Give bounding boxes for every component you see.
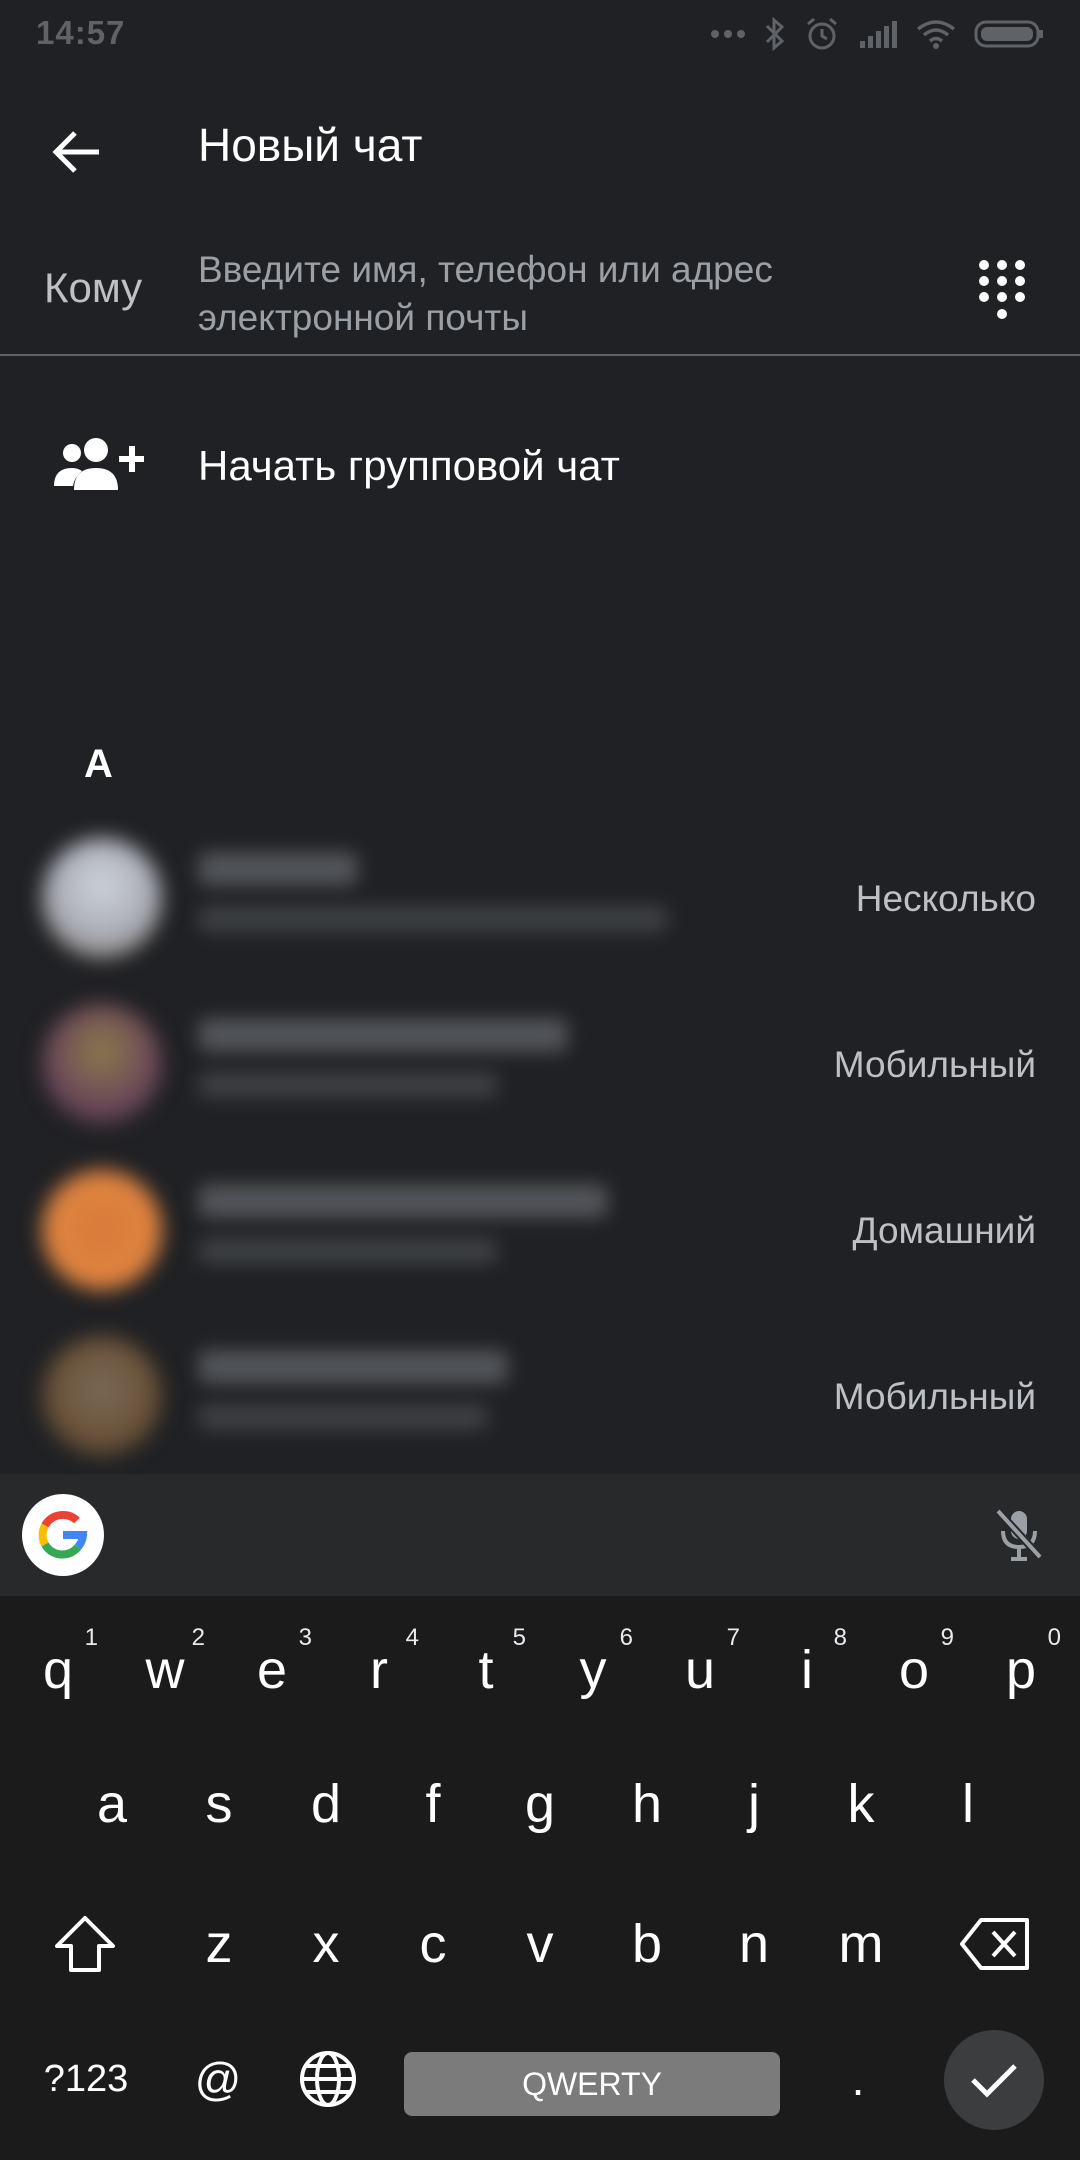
backspace-key[interactable]	[940, 1884, 1050, 2004]
contact-row[interactable]: Мобильный	[0, 1320, 1080, 1486]
key-n[interactable]: n	[704, 1884, 804, 2004]
key-j[interactable]: j	[704, 1744, 804, 1864]
contact-row[interactable]: Несколько	[0, 822, 1080, 988]
key-q[interactable]: q1	[8, 1610, 108, 1730]
back-button[interactable]	[40, 116, 112, 188]
contact-type: Домашний	[852, 1210, 1036, 1251]
recipient-row: Кому Введите имя, телефон или адрес элек…	[0, 226, 1080, 356]
contact-type: Мобильный	[833, 1376, 1036, 1417]
recipient-placeholder-line2: электронной почты	[198, 297, 528, 338]
key-c[interactable]: c	[383, 1884, 483, 2004]
key-y[interactable]: y6	[543, 1610, 643, 1730]
key-f[interactable]: f	[383, 1744, 483, 1864]
to-label: Кому	[44, 264, 143, 311]
key-p[interactable]: p0	[971, 1610, 1071, 1730]
key-h[interactable]: h	[597, 1744, 697, 1864]
status-time: 14:57	[36, 14, 126, 51]
key-d[interactable]: d	[276, 1744, 376, 1864]
page-title: Новый чат	[198, 119, 423, 171]
group-add-icon	[52, 436, 145, 497]
key-s[interactable]: s	[169, 1744, 269, 1864]
at-key[interactable]: @	[168, 2024, 268, 2134]
arrow-back-icon	[52, 131, 99, 173]
key-l[interactable]: l	[918, 1744, 1018, 1864]
language-key[interactable]	[278, 2024, 378, 2134]
recipient-placeholder-line1: Введите имя, телефон или адрес	[198, 249, 773, 290]
battery-icon	[974, 19, 1044, 49]
contact-type: Несколько	[855, 878, 1036, 919]
contact-detail-blurred	[198, 1404, 488, 1430]
contact-detail-blurred	[198, 1072, 498, 1098]
bluetooth-icon	[764, 17, 786, 51]
avatar	[42, 1004, 162, 1124]
wifi-icon	[916, 19, 956, 49]
globe-icon	[300, 2051, 356, 2107]
key-k[interactable]: k	[811, 1744, 911, 1864]
app-bar: Новый чат	[0, 66, 1080, 226]
symbols-key[interactable]: ?123	[24, 2024, 148, 2134]
key-b[interactable]: b	[597, 1884, 697, 2004]
key-e[interactable]: e3	[222, 1610, 322, 1730]
key-r[interactable]: r4	[329, 1610, 429, 1730]
space-bar[interactable]: QWERTY	[404, 2052, 780, 2116]
signal-icon	[858, 19, 898, 49]
status-bar: 14:57	[0, 0, 1080, 66]
dialpad-button[interactable]	[964, 252, 1040, 328]
contact-detail-blurred	[198, 1238, 498, 1264]
contact-row[interactable]: Мобильный	[0, 988, 1080, 1154]
voice-input-button[interactable]	[984, 1500, 1054, 1570]
mic-off-icon	[995, 1508, 1043, 1561]
more-notifications-icon	[710, 29, 746, 39]
contact-name-blurred	[198, 1184, 608, 1218]
period-key[interactable]: .	[808, 2024, 908, 2134]
avatar	[42, 838, 162, 958]
avatar	[42, 1336, 162, 1456]
shift-key[interactable]	[30, 1884, 140, 2004]
section-letter: A	[84, 742, 113, 786]
google-search-button[interactable]	[22, 1494, 104, 1576]
checkmark-icon	[971, 2064, 1017, 2098]
key-o[interactable]: o9	[864, 1610, 964, 1730]
start-group-chat-button[interactable]: Начать групповой чат	[0, 410, 1080, 520]
key-i[interactable]: i8	[757, 1610, 857, 1730]
contact-name-blurred	[198, 1350, 508, 1384]
contact-name-blurred	[198, 852, 358, 886]
keyboard-toolbar	[0, 1474, 1080, 1596]
contact-name-blurred	[198, 1018, 568, 1052]
google-g-icon	[38, 1511, 88, 1559]
enter-button[interactable]	[944, 2030, 1044, 2130]
shift-icon	[55, 1916, 115, 1972]
keyboard: q1 w2 e3 r4 t5 y6 u7 i8 o9 p0 a s d f g …	[0, 1474, 1080, 2160]
key-z[interactable]: z	[169, 1884, 269, 2004]
key-v[interactable]: v	[490, 1884, 590, 2004]
avatar	[42, 1170, 162, 1290]
backspace-icon	[960, 1918, 1029, 1970]
group-chat-label: Начать групповой чат	[198, 442, 620, 489]
key-a[interactable]: a	[62, 1744, 162, 1864]
key-t[interactable]: t5	[436, 1610, 536, 1730]
key-x[interactable]: x	[276, 1884, 376, 2004]
contact-type: Мобильный	[833, 1044, 1036, 1085]
recipient-input[interactable]: Введите имя, телефон или адрес электронн…	[198, 246, 838, 342]
key-w[interactable]: w2	[115, 1610, 215, 1730]
key-u[interactable]: u7	[650, 1610, 750, 1730]
alarm-icon	[804, 16, 840, 52]
contact-row[interactable]: Домашний	[0, 1154, 1080, 1320]
dialpad-icon	[979, 260, 1025, 319]
key-m[interactable]: m	[811, 1884, 911, 2004]
status-icons	[710, 14, 1044, 54]
key-g[interactable]: g	[490, 1744, 590, 1864]
contact-detail-blurred	[198, 906, 668, 932]
